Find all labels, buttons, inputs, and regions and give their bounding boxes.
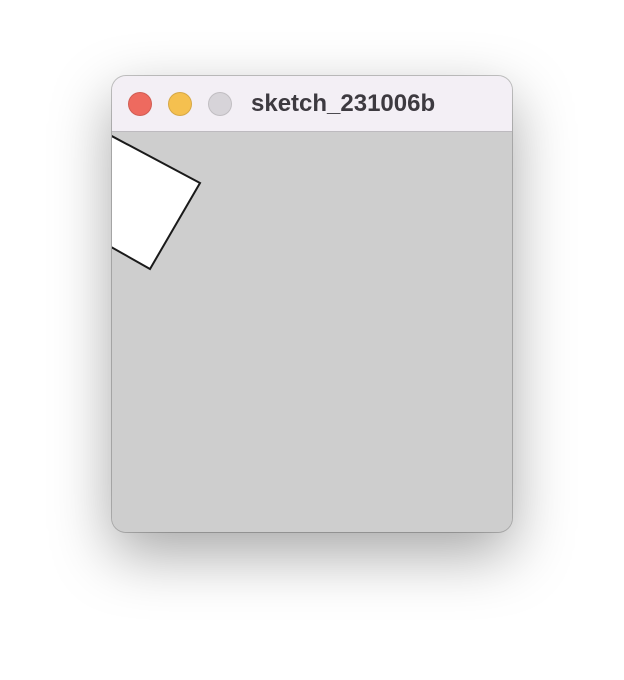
minimize-window-button[interactable] xyxy=(168,92,192,116)
close-window-button[interactable] xyxy=(128,92,152,116)
sketch-canvas[interactable] xyxy=(112,132,512,532)
window-title: sketch_231006b xyxy=(251,90,436,117)
sketch-canvas-svg xyxy=(112,132,512,532)
zoom-window-button[interactable] xyxy=(208,92,232,116)
window-titlebar[interactable]: sketch_231006b xyxy=(112,76,512,132)
sketch-window: sketch_231006b xyxy=(112,76,512,532)
